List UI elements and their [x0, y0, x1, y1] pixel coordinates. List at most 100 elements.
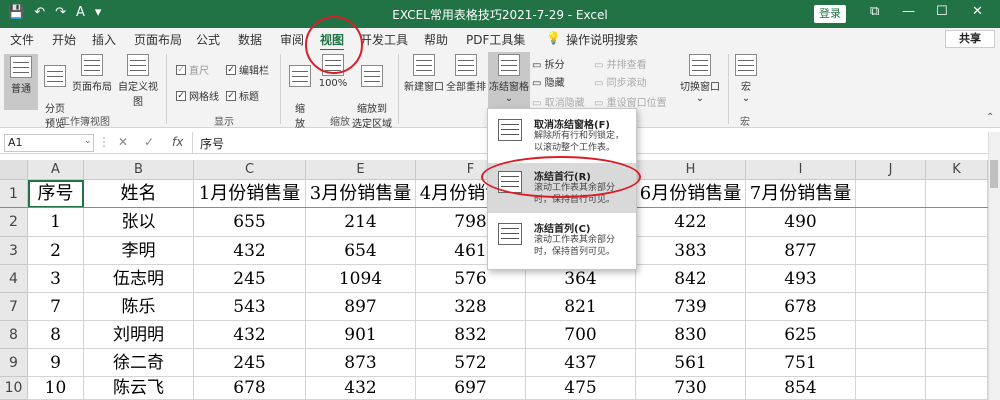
name-box[interactable]: A1: [4, 134, 94, 152]
table-cell[interactable]: 8: [28, 321, 84, 349]
header-cell[interactable]: [926, 180, 988, 208]
table-cell[interactable]: 821: [526, 293, 636, 321]
column-header-e[interactable]: E: [306, 160, 416, 180]
unhide-button[interactable]: ▭ 取消隐藏: [532, 94, 585, 109]
table-cell[interactable]: 9: [28, 349, 84, 377]
row-header[interactable]: 4: [0, 265, 28, 293]
vertical-scroll-thumb[interactable]: [990, 160, 998, 188]
table-cell[interactable]: 678: [746, 293, 856, 321]
tab-data[interactable]: 数据: [238, 31, 262, 48]
table-cell[interactable]: 张以: [84, 208, 194, 237]
table-cell[interactable]: 854: [746, 377, 856, 400]
table-cell[interactable]: 877: [746, 237, 856, 265]
tab-formulas[interactable]: 公式: [196, 31, 220, 48]
table-cell[interactable]: 897: [306, 293, 416, 321]
side-by-side-button[interactable]: ▭ 并排查看: [594, 56, 647, 71]
table-cell[interactable]: 543: [194, 293, 306, 321]
tab-help[interactable]: 帮助: [424, 31, 448, 48]
tab-developer[interactable]: 开发工具: [360, 31, 408, 48]
table-cell[interactable]: [926, 377, 988, 400]
table-cell[interactable]: [926, 265, 988, 293]
table-cell[interactable]: 陈乐: [84, 293, 194, 321]
column-header-h[interactable]: H: [636, 160, 746, 180]
table-cell[interactable]: 245: [194, 265, 306, 293]
row-header[interactable]: 1: [0, 180, 28, 208]
minimize-icon[interactable]: —: [902, 4, 915, 19]
table-cell[interactable]: 700: [526, 321, 636, 349]
table-cell[interactable]: 655: [194, 208, 306, 237]
headings-checkbox[interactable]: ✓ 标题: [226, 88, 259, 103]
chevron-down-icon[interactable]: ⌄: [84, 136, 92, 146]
row-header[interactable]: 10: [0, 377, 28, 400]
gridlines-checkbox[interactable]: ✓ 网格线: [176, 88, 219, 103]
zoom-to-selection-button[interactable]: 缩放到 选定区域: [350, 54, 394, 130]
header-cell[interactable]: 序号: [28, 180, 84, 208]
table-cell[interactable]: 751: [746, 349, 856, 377]
table-cell[interactable]: 572: [416, 349, 526, 377]
header-cell[interactable]: 7月份销售量: [746, 180, 856, 208]
table-cell[interactable]: 328: [416, 293, 526, 321]
table-cell[interactable]: [856, 265, 926, 293]
table-cell[interactable]: 伍志明: [84, 265, 194, 293]
table-cell[interactable]: [856, 293, 926, 321]
switch-windows-button[interactable]: 切换窗口 ⌄: [676, 54, 724, 104]
row-header[interactable]: 7: [0, 293, 28, 321]
table-cell[interactable]: 437: [526, 349, 636, 377]
share-button[interactable]: 共享: [945, 30, 995, 48]
header-cell[interactable]: 1月份销售量: [194, 180, 306, 208]
formula-input[interactable]: 序号: [200, 135, 224, 152]
ruler-checkbox[interactable]: ✓ 直尺: [176, 62, 209, 77]
table-cell[interactable]: 697: [416, 377, 526, 400]
enter-icon[interactable]: ✓: [144, 135, 154, 149]
table-cell[interactable]: 432: [194, 321, 306, 349]
header-cell[interactable]: 姓名: [84, 180, 194, 208]
tell-me-search[interactable]: 操作说明搜索: [566, 31, 638, 48]
tab-page-layout[interactable]: 页面布局: [134, 31, 182, 48]
table-cell[interactable]: 7: [28, 293, 84, 321]
column-header-b[interactable]: B: [84, 160, 194, 180]
header-cell[interactable]: 6月份销售量: [636, 180, 746, 208]
custom-views-button[interactable]: 自定义视图: [114, 54, 162, 108]
table-cell[interactable]: 刘明明: [84, 321, 194, 349]
table-cell[interactable]: 739: [636, 293, 746, 321]
table-cell[interactable]: 2: [28, 237, 84, 265]
freeze-panes-button[interactable]: 冻结窗格 ⌄: [488, 52, 530, 110]
new-window-button[interactable]: 新建窗口: [404, 54, 444, 93]
close-icon[interactable]: ✕: [972, 4, 983, 19]
table-cell[interactable]: 1094: [306, 265, 416, 293]
tab-file[interactable]: 文件: [10, 31, 34, 48]
table-cell[interactable]: [926, 208, 988, 237]
table-cell[interactable]: 245: [194, 349, 306, 377]
table-cell[interactable]: 475: [526, 377, 636, 400]
table-cell[interactable]: 490: [746, 208, 856, 237]
table-cell[interactable]: 214: [306, 208, 416, 237]
table-cell[interactable]: 654: [306, 237, 416, 265]
menu-item-unfreeze-panes[interactable]: 取消冻结窗格(F) 解除所有行和列锁定，以滚动整个工作表。: [488, 111, 636, 161]
row-header[interactable]: 3: [0, 237, 28, 265]
table-cell[interactable]: 3: [28, 265, 84, 293]
table-cell[interactable]: 徐二奇: [84, 349, 194, 377]
table-cell[interactable]: [926, 293, 988, 321]
row-header[interactable]: 2: [0, 208, 28, 237]
tab-insert[interactable]: 插入: [92, 31, 116, 48]
macros-button[interactable]: 宏 ⌄: [734, 54, 758, 104]
hide-button[interactable]: ▭ 隐藏: [532, 74, 565, 89]
table-cell[interactable]: 10: [28, 377, 84, 400]
cancel-icon[interactable]: ✕: [118, 135, 128, 149]
table-cell[interactable]: 561: [636, 349, 746, 377]
table-cell[interactable]: [856, 208, 926, 237]
column-header-a[interactable]: A: [28, 160, 84, 180]
tab-pdf-tools[interactable]: PDF工具集: [466, 31, 525, 48]
table-cell[interactable]: 901: [306, 321, 416, 349]
split-button[interactable]: ▭ 拆分: [532, 56, 565, 71]
table-cell[interactable]: 730: [636, 377, 746, 400]
table-cell[interactable]: 李明: [84, 237, 194, 265]
collapse-ribbon-icon[interactable]: ⌃: [986, 112, 994, 123]
table-cell[interactable]: [926, 237, 988, 265]
table-cell[interactable]: [926, 349, 988, 377]
table-cell[interactable]: 842: [636, 265, 746, 293]
select-all-corner[interactable]: [0, 160, 28, 180]
tab-home[interactable]: 开始: [52, 31, 76, 48]
table-cell[interactable]: 422: [636, 208, 746, 237]
reset-window-position-button[interactable]: ▭ 重设窗口位置: [594, 94, 667, 109]
